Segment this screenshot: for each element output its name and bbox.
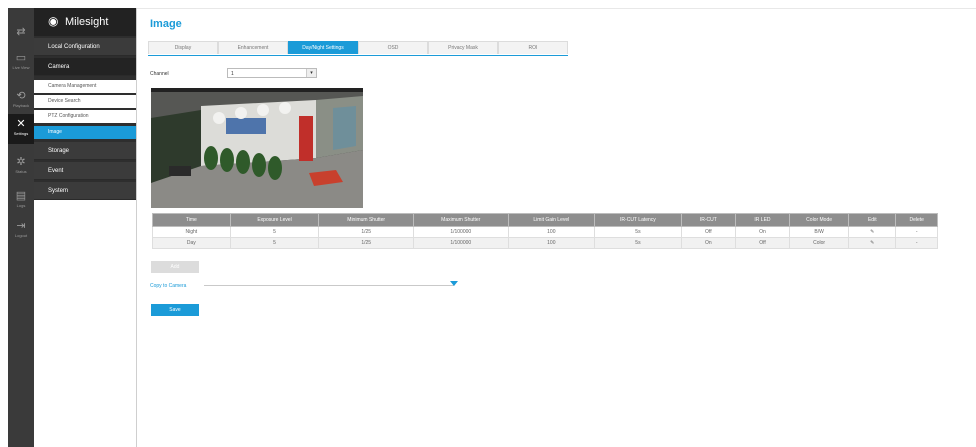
tab-privacy-mask[interactable]: Privacy Mask <box>428 41 498 54</box>
channel-select[interactable]: 1 ▾ <box>227 68 317 78</box>
cell-delete: - <box>895 226 938 238</box>
cell-exposure-level: 5 <box>229 226 320 238</box>
col-delete: Delete <box>895 213 938 227</box>
rail-playback[interactable]: ⟲ Playback <box>8 86 34 114</box>
cell-ir-cut-latency: 5s <box>594 226 682 238</box>
playback-icon: ⟲ <box>16 90 26 102</box>
chevron-down-icon[interactable]: ▾ <box>306 69 316 77</box>
menu-camera[interactable]: Camera <box>34 58 136 76</box>
cell-ir-led: On <box>734 226 791 238</box>
logs-icon: ▤ <box>15 190 27 202</box>
col-color-mode: Color Mode <box>789 213 850 227</box>
main-content: Image Display Enhancement Day/Night Sett… <box>148 8 970 447</box>
cell-limit-gain-level: 100 <box>507 237 596 249</box>
table-row: Night 5 1/25 1/100000 100 5s Off On B/W … <box>152 226 938 238</box>
col-maximum-shutter: Maximum Shutter <box>412 213 509 227</box>
cell-maximum-shutter: 1/100000 <box>412 226 509 238</box>
page-title: Image <box>150 18 182 30</box>
settings-menu: ◉ Milesight Local Configuration Camera C… <box>34 8 137 447</box>
logo: ◉ Milesight <box>34 8 136 36</box>
preview-image <box>151 88 363 208</box>
edit-icon[interactable]: ✎ <box>848 237 897 249</box>
icon-rail: ⇄ ▭ Live View ⟲ Playback ✕ Settings ✲ St… <box>8 8 34 447</box>
rail-status[interactable]: ✲ Status <box>8 152 34 180</box>
rail-label: Settings <box>13 131 29 136</box>
switch-view-icon[interactable]: ⇄ <box>8 22 34 50</box>
col-edit: Edit <box>848 213 897 227</box>
cell-minimum-shutter: 1/25 <box>318 237 414 249</box>
menu-device-search[interactable]: Device Search <box>34 95 136 108</box>
col-ir-cut: IR-CUT <box>680 213 736 227</box>
tab-enhancement[interactable]: Enhancement <box>218 41 288 54</box>
menu-camera-management[interactable]: Camera Management <box>34 80 136 93</box>
table-row: Day 5 1/25 1/100000 100 5s On Off Color … <box>152 237 938 249</box>
rail-label: Logout <box>14 233 28 238</box>
table-header-row: Time Exposure Level Minimum Shutter Maxi… <box>152 213 938 227</box>
cell-minimum-shutter: 1/25 <box>318 226 414 238</box>
milesight-logo-icon: ◉ <box>48 14 59 28</box>
cell-ir-cut: Off <box>680 226 736 238</box>
channel-label: Channel <box>150 71 169 77</box>
rail-logs[interactable]: ▤ Logs <box>8 186 34 214</box>
col-minimum-shutter: Minimum Shutter <box>318 213 414 227</box>
col-ir-led: IR LED <box>734 213 791 227</box>
tab-roi[interactable]: ROI <box>498 41 568 54</box>
cell-time: Day <box>152 237 231 249</box>
menu-ptz-configuration[interactable]: PTZ Configuration <box>34 110 136 123</box>
rail-logout[interactable]: ⇥ Logout <box>8 216 34 244</box>
copy-to-camera-label[interactable]: Copy to Camera <box>150 283 186 289</box>
cell-color-mode: Color <box>789 237 850 249</box>
cell-ir-cut: On <box>680 237 736 249</box>
camera-preview <box>151 88 363 208</box>
edit-icon[interactable]: ✎ <box>848 226 897 238</box>
menu-image[interactable]: Image <box>34 126 136 139</box>
logo-text: Milesight <box>65 16 109 28</box>
cell-exposure-level: 5 <box>229 237 320 249</box>
menu-event[interactable]: Event <box>34 162 136 180</box>
menu-system[interactable]: System <box>34 182 136 200</box>
cell-limit-gain-level: 100 <box>507 226 596 238</box>
col-limit-gain-level: Limit Gain Level <box>507 213 596 227</box>
col-exposure-level: Exposure Level <box>229 213 320 227</box>
col-time: Time <box>152 213 231 227</box>
cell-delete: - <box>895 237 938 249</box>
cell-time: Night <box>152 226 231 238</box>
expand-triangle-icon[interactable] <box>450 281 458 286</box>
rail-label: Playback <box>12 103 30 108</box>
cell-color-mode: B/W <box>789 226 850 238</box>
logout-icon: ⇥ <box>16 220 26 232</box>
settings-icon: ✕ <box>16 118 26 130</box>
cell-ir-led: Off <box>734 237 791 249</box>
cell-maximum-shutter: 1/100000 <box>412 237 509 249</box>
save-button[interactable]: Save <box>151 304 199 316</box>
rail-label: Live View <box>12 65 30 70</box>
col-ir-cut-latency: IR-CUT Latency <box>594 213 682 227</box>
day-night-table: Time Exposure Level Minimum Shutter Maxi… <box>152 213 938 249</box>
rail-label: Logs <box>16 203 26 208</box>
tab-osd[interactable]: OSD <box>358 41 428 54</box>
status-icon: ✲ <box>16 156 26 168</box>
live-view-icon: ▭ <box>15 52 27 64</box>
copy-divider <box>204 285 454 286</box>
rail-live-view[interactable]: ▭ Live View <box>8 48 34 76</box>
menu-storage[interactable]: Storage <box>34 142 136 160</box>
tab-day-night-settings[interactable]: Day/Night Settings <box>288 41 358 54</box>
image-tabs: Display Enhancement Day/Night Settings O… <box>148 41 568 56</box>
channel-value: 1 <box>231 71 234 77</box>
cell-ir-cut-latency: 5s <box>594 237 682 249</box>
rail-label: Status <box>15 169 27 174</box>
menu-local-configuration[interactable]: Local Configuration <box>34 38 136 56</box>
tab-display[interactable]: Display <box>148 41 218 54</box>
switch-glyph: ⇄ <box>16 26 26 38</box>
add-button[interactable]: Add <box>151 261 199 273</box>
rail-settings[interactable]: ✕ Settings <box>8 114 34 144</box>
